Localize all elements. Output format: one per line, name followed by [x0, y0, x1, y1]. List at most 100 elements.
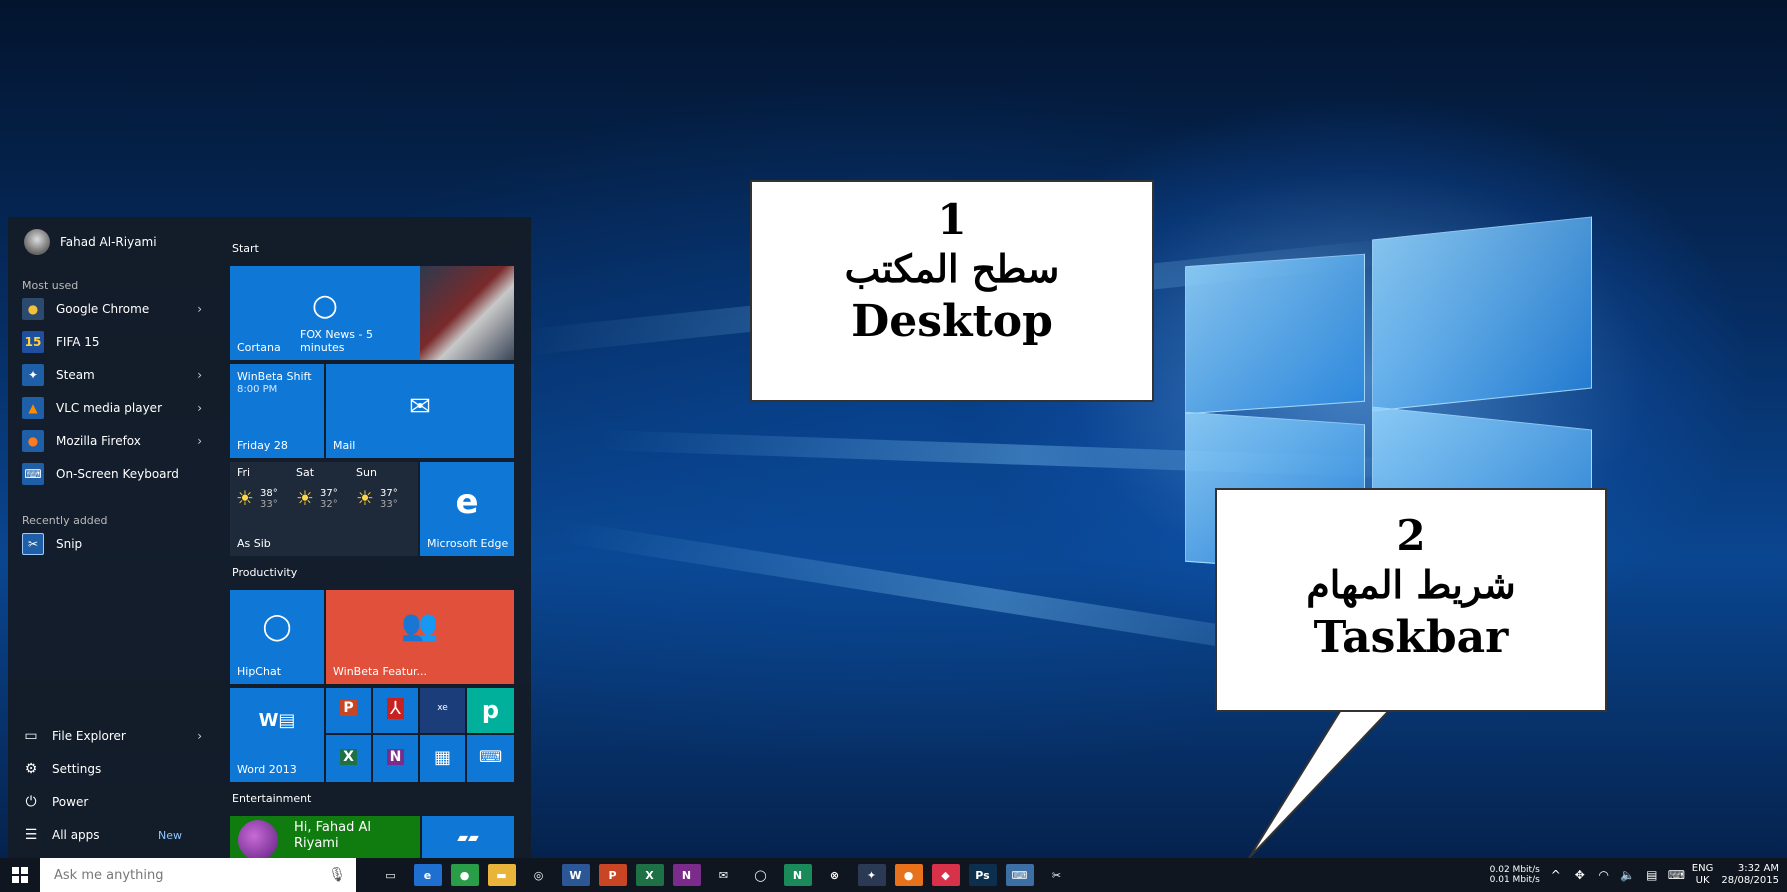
language-indicator[interactable]: ENG UK	[1692, 863, 1714, 887]
tile-mail[interactable]: ✉ Mail	[326, 364, 514, 458]
pocket-icon[interactable]: ◆	[931, 864, 960, 886]
group-label-productivity: Productivity	[232, 566, 298, 579]
gear-icon: ⚙	[24, 761, 38, 777]
mail-icon[interactable]: ✉	[709, 864, 738, 886]
hipchat-icon: ◯	[262, 612, 292, 642]
chevron-right-icon[interactable]: ›	[197, 729, 202, 743]
folder-icon: ▭	[24, 728, 38, 744]
search-placeholder: Ask me anything	[54, 867, 164, 883]
start-menu-tiles: Start ○ Cortana FOX News - 5 minutes Win…	[230, 217, 530, 858]
microphone-icon[interactable]: 🎙	[328, 867, 346, 883]
tile-powerpoint[interactable]: P	[326, 688, 371, 733]
app-item-firefox[interactable]: ● Mozilla Firefox ›	[22, 427, 212, 455]
tile-word-2013[interactable]: W▤ Word 2013	[230, 688, 324, 782]
tile-calculator[interactable]: ▦	[420, 735, 465, 782]
tile-microsoft-edge[interactable]: e Microsoft Edge	[420, 462, 514, 556]
snip-icon[interactable]: ✂	[1042, 864, 1071, 886]
snip-icon: ✂	[22, 533, 44, 555]
power-icon: ⏻	[25, 794, 37, 810]
app-item-label: VLC media player	[56, 401, 163, 415]
tile-label: Word 2013	[237, 763, 297, 776]
sun-icon: ☀	[236, 486, 254, 510]
app-item-label: Snip	[56, 537, 83, 551]
tile-weather[interactable]: Fri Sat Sun ☀ ☀ ☀ 38° 33° 37° 32° 37° 33…	[230, 462, 418, 556]
action-center-icon[interactable]: ▤	[1644, 868, 1660, 882]
chevron-up-icon[interactable]: ^	[1548, 868, 1564, 882]
cortana-icon: ○	[311, 288, 339, 323]
dropbox-icon[interactable]: ✥	[1572, 868, 1588, 882]
weather-high: 37°	[380, 488, 398, 499]
chevron-right-icon[interactable]: ›	[197, 401, 202, 415]
calendar-event: WinBeta Shift	[237, 370, 312, 383]
clapper-icon: ▰▰	[457, 830, 479, 846]
nextgen-reader-icon[interactable]: N	[783, 864, 812, 886]
app-item-steam[interactable]: ✦ Steam ›	[22, 361, 212, 389]
search-box[interactable]: Ask me anything 🎙	[40, 858, 356, 892]
app-item-fifa-15[interactable]: 15 FIFA 15	[22, 328, 212, 356]
onenote-icon[interactable]: N	[672, 864, 701, 886]
photoshop-icon[interactable]: Ps	[968, 864, 997, 886]
all-apps-label: All apps	[52, 828, 100, 842]
hipchat-icon[interactable]: ◯	[746, 864, 775, 886]
clock[interactable]: 3:32 AM 28/08/2015	[1721, 863, 1779, 887]
steam-icon[interactable]: ✦	[857, 864, 886, 886]
chevron-right-icon[interactable]: ›	[197, 434, 202, 448]
keyboard-tool-icon: ⌨	[478, 747, 503, 766]
tile-acrobat[interactable]: ⅄	[373, 688, 418, 733]
tile-cortana[interactable]: ○ Cortana FOX News - 5 minutes	[230, 266, 420, 360]
file-explorer-label: File Explorer	[52, 729, 126, 743]
sun-icon: ☀	[356, 486, 374, 510]
keyboard-tool-icon[interactable]: ⌨	[1005, 864, 1034, 886]
file-explorer-button[interactable]: ▭ File Explorer ›	[22, 723, 212, 749]
edge-icon[interactable]: e	[413, 864, 442, 886]
app-item-snip[interactable]: ✂ Snip	[22, 530, 212, 558]
tile-pocketcasts[interactable]: p	[467, 688, 514, 733]
file-explorer-icon[interactable]: ▬	[487, 864, 516, 886]
app-item-vlc[interactable]: ▲ VLC media player ›	[22, 394, 212, 422]
callout-pointer	[1248, 700, 1401, 858]
tile-winbeta-feature[interactable]: 👥 WinBeta Featur...	[326, 590, 514, 684]
chevron-right-icon[interactable]: ›	[197, 302, 202, 316]
weather-low: 32°	[320, 499, 338, 510]
excel-icon: X	[326, 749, 371, 765]
clock-time: 3:32 AM	[1737, 863, 1779, 874]
powerpoint-icon[interactable]: P	[598, 864, 627, 886]
all-apps-button[interactable]: ☰ All apps New	[22, 822, 212, 848]
wifi-icon[interactable]: ◠	[1596, 868, 1612, 882]
list-icon: ☰	[24, 827, 38, 843]
tile-hipchat[interactable]: ◯ HipChat	[230, 590, 324, 684]
app-item-on-screen-keyboard[interactable]: ⌨ On-Screen Keyboard	[22, 460, 212, 488]
network-speed: 0.02 Mbit/s 0.01 Mbit/s	[1490, 865, 1540, 885]
volume-icon[interactable]: 🔈	[1620, 868, 1636, 882]
task-view-icon[interactable]: ▭	[376, 864, 405, 886]
tile-onenote[interactable]: N	[373, 735, 418, 782]
weather-day: Sun	[356, 466, 377, 479]
app-item-label: FIFA 15	[56, 335, 100, 349]
app-item-label: Steam	[56, 368, 95, 382]
tile-excel[interactable]: X	[326, 735, 371, 782]
app-item-google-chrome[interactable]: ● Google Chrome ›	[22, 295, 212, 323]
weather-location: As Sib	[237, 537, 271, 550]
tile-calendar[interactable]: WinBeta Shift 8:00 PM Friday 28	[230, 364, 324, 458]
tile-label: Mail	[333, 439, 356, 452]
weather-high: 37°	[320, 488, 338, 499]
groove-icon[interactable]: ◎	[524, 864, 553, 886]
chevron-right-icon[interactable]: ›	[197, 368, 202, 382]
tile-keyboard-tool[interactable]: ⌨	[467, 735, 514, 782]
settings-button[interactable]: ⚙ Settings	[22, 756, 212, 782]
tile-movies[interactable]: ▰▰	[422, 816, 514, 858]
app-item-label: Mozilla Firefox	[56, 434, 141, 448]
excel-icon[interactable]: X	[635, 864, 664, 886]
user-account-button[interactable]: Fahad Al-Riyami	[24, 229, 157, 255]
tile-xe-currency[interactable]: xe	[420, 688, 465, 733]
language-region: UK	[1695, 875, 1710, 886]
word-icon[interactable]: W	[561, 864, 590, 886]
tile-store-photo[interactable]	[420, 266, 514, 360]
start-button[interactable]	[0, 858, 40, 892]
tile-xbox[interactable]: Hi, Fahad Al Riyami	[230, 816, 420, 858]
power-button[interactable]: ⏻ Power	[22, 789, 212, 815]
keyboard-icon[interactable]: ⌨	[1668, 868, 1685, 882]
xbox-icon[interactable]: ⊗	[820, 864, 849, 886]
chrome-icon[interactable]: ●	[450, 864, 479, 886]
origin-icon[interactable]: ●	[894, 864, 923, 886]
